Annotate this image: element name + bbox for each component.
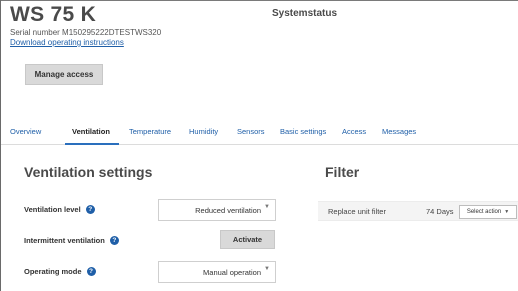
- tab-ventilation[interactable]: Ventilation: [72, 127, 110, 136]
- operating-mode-select[interactable]: Manual operation ▼: [158, 261, 276, 283]
- help-icon[interactable]: ?: [85, 205, 95, 214]
- ventilation-level-label: Ventilation level: [24, 205, 81, 214]
- manage-access-button[interactable]: Manage access: [25, 64, 103, 85]
- operating-mode-value: Manual operation: [203, 267, 261, 277]
- chevron-down-icon: ▼: [264, 204, 270, 210]
- replace-filter-label: Replace unit filter: [328, 207, 386, 216]
- system-status-heading: Systemstatus: [272, 8, 338, 19]
- select-action-dropdown[interactable]: Select action ▼: [459, 205, 517, 219]
- filter-days-remaining: 74 Days: [426, 207, 454, 216]
- tab-bar: Overview Ventilation Temperature Humidit…: [1, 124, 518, 145]
- select-action-label: Select action: [466, 209, 502, 215]
- help-icon[interactable]: ?: [86, 267, 96, 276]
- ventilation-level-row: Ventilation level ?: [24, 205, 95, 214]
- help-icon[interactable]: ?: [109, 236, 119, 245]
- filter-row: Replace unit filter 74 Days Select actio…: [318, 201, 518, 221]
- intermittent-ventilation-row: Intermittent ventilation ?: [24, 236, 119, 245]
- serial-number: Serial number M150295222DTESTWS320: [10, 28, 162, 37]
- ventilation-level-value: Reduced ventilation: [195, 205, 261, 215]
- operating-mode-row: Operating mode ?: [24, 267, 96, 276]
- ventilation-level-select[interactable]: Reduced ventilation ▼: [158, 199, 276, 221]
- ventilation-settings-title: Ventilation settings: [24, 164, 153, 180]
- tab-messages[interactable]: Messages: [382, 127, 416, 136]
- filter-title: Filter: [325, 164, 360, 180]
- tab-access[interactable]: Access: [342, 127, 366, 136]
- operating-mode-label: Operating mode: [24, 267, 82, 276]
- top-border: [1, 0, 518, 1]
- activate-button[interactable]: Activate: [220, 230, 275, 249]
- chevron-down-icon: ▼: [264, 266, 270, 272]
- tab-sensors[interactable]: Sensors: [237, 127, 265, 136]
- tab-temperature[interactable]: Temperature: [129, 127, 171, 136]
- tab-humidity[interactable]: Humidity: [189, 127, 218, 136]
- tab-basic-settings[interactable]: Basic settings: [280, 127, 326, 136]
- active-tab-indicator: [65, 143, 119, 145]
- tab-overview[interactable]: Overview: [10, 127, 41, 136]
- chevron-down-icon: ▼: [504, 209, 510, 215]
- download-instructions-link[interactable]: Download operating instructions: [10, 38, 124, 47]
- device-title: WS 75 K: [10, 3, 97, 26]
- intermittent-ventilation-label: Intermittent ventilation: [24, 236, 105, 245]
